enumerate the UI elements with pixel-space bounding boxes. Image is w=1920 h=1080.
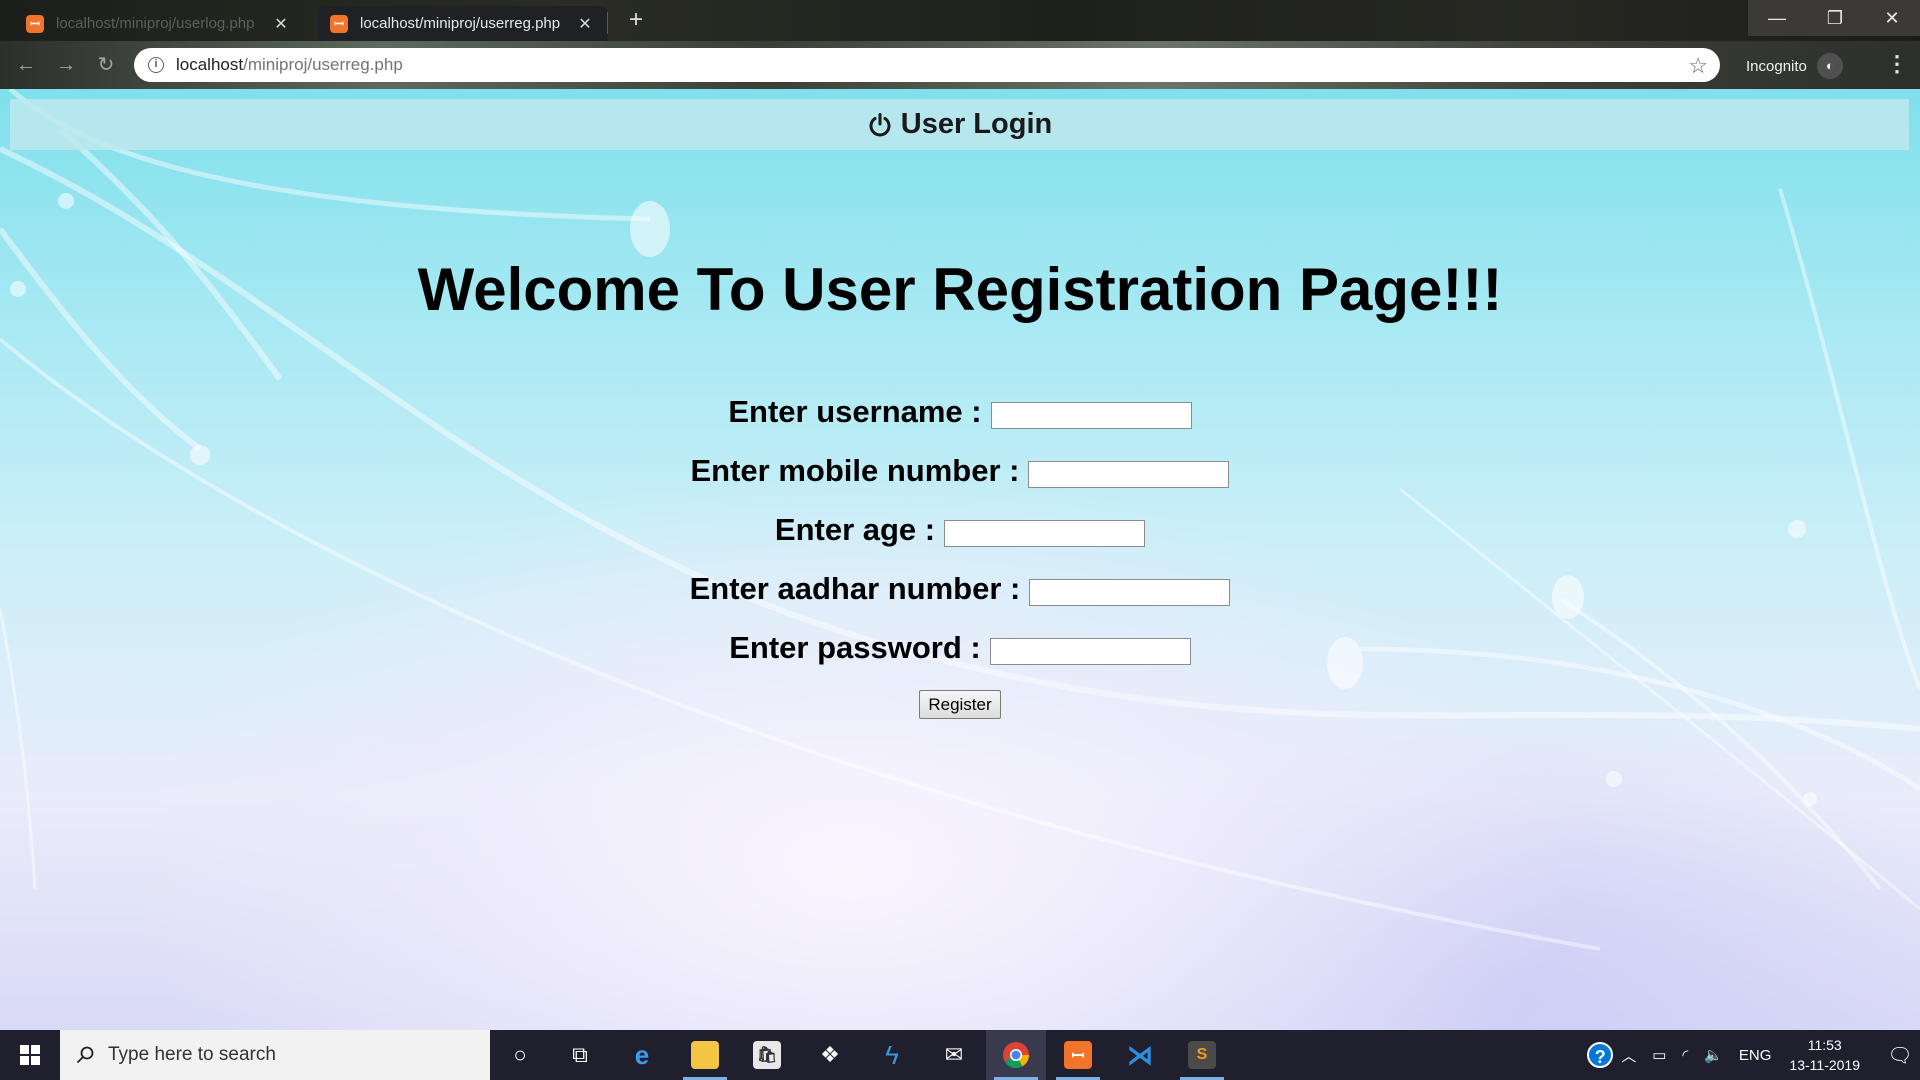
chrome-icon[interactable] (986, 1030, 1046, 1080)
tab-separator (607, 12, 608, 34)
page-title: Welcome To User Registration Page!!! (417, 256, 1503, 323)
aadhar-input[interactable] (1029, 578, 1231, 606)
register-button[interactable]: Register (919, 690, 1001, 719)
vs-code-insiders-icon[interactable]: ϟ (862, 1030, 922, 1080)
sublime-text-icon[interactable]: S (1172, 1030, 1232, 1080)
vs-code-icon[interactable]: ⋊ (1110, 1030, 1170, 1080)
tab-title: localhost/miniproj/userreg.php (360, 15, 561, 32)
power-icon (869, 112, 891, 136)
tab-close-icon[interactable]: ✕ (270, 14, 292, 34)
browser-toolbar: ← → ↻ i localhost /miniproj/userreg.php … (0, 41, 1920, 89)
search-placeholder: Type here to search (108, 1044, 276, 1065)
mail-icon[interactable]: ✉ (924, 1030, 984, 1080)
address-bar[interactable]: i localhost /miniproj/userreg.php ☆ (134, 48, 1720, 82)
page-viewport: User Login Welcome To User Registration … (0, 89, 1920, 1030)
username-row: Enter username : (0, 394, 1920, 430)
username-label: Enter username : (728, 394, 982, 429)
aadhar-row: Enter aadhar number : (0, 571, 1920, 607)
aadhar-label: Enter aadhar number : (689, 571, 1021, 606)
user-login-link[interactable]: User Login (901, 108, 1052, 141)
store-icon[interactable]: 🛍 (737, 1030, 797, 1080)
forward-arrow-icon[interactable]: → (52, 51, 80, 79)
language-indicator[interactable]: ENG (1739, 1047, 1772, 1064)
taskbar-search-box[interactable]: Type here to search (60, 1030, 490, 1080)
reload-icon[interactable]: ↻ (92, 51, 120, 79)
clock-time: 11:53 (1807, 1037, 1842, 1053)
incognito-label: Incognito (1746, 57, 1807, 75)
notification-icon[interactable]: 🗨 (1880, 1043, 1920, 1068)
help-icon[interactable]: ? (1587, 1042, 1614, 1068)
url-host: localhost (176, 55, 244, 74)
xampp-icon: ꟷ (330, 14, 348, 33)
browser-tab-strip: ꟷ localhost/miniproj/userlog.php ✕ ꟷ loc… (0, 0, 1920, 41)
username-input[interactable] (990, 401, 1192, 429)
dropbox-icon[interactable]: ❖ (800, 1030, 860, 1080)
windows-start-icon[interactable] (0, 1030, 60, 1080)
mobile-input[interactable] (1028, 460, 1230, 488)
password-label: Enter password : (729, 630, 981, 665)
xampp-icon: ꟷ (26, 14, 44, 33)
clock[interactable]: 11:53 13-11-2019 (1789, 1035, 1860, 1075)
url-path: /miniproj/userreg.php (243, 55, 403, 74)
browser-menu-icon[interactable]: ⋮ (1886, 51, 1908, 77)
age-label: Enter age : (774, 512, 936, 547)
incognito-indicator[interactable]: Incognito ◐ (1746, 53, 1843, 79)
windows-taskbar: Type here to search ○ ⧉ e 🛍 ❖ ϟ ✉ ꟷ ⋊ S … (0, 1030, 1920, 1080)
tab-userreg[interactable]: ꟷ localhost/miniproj/userreg.php ✕ (318, 6, 608, 41)
back-arrow-icon[interactable]: ← (12, 51, 40, 79)
mobile-label: Enter mobile number : (690, 453, 1020, 488)
password-input[interactable] (989, 637, 1191, 665)
cortana-icon[interactable]: ○ (490, 1030, 550, 1080)
minimize-button[interactable]: — (1748, 0, 1806, 36)
tab-title: localhost/miniproj/userlog.php (56, 15, 255, 32)
edge-icon[interactable]: e (612, 1030, 672, 1080)
volume-icon[interactable]: 🔈 (1704, 1046, 1723, 1064)
close-window-button[interactable]: ✕ (1864, 0, 1920, 36)
xampp-icon[interactable]: ꟷ (1048, 1030, 1108, 1080)
bookmark-star-icon[interactable]: ☆ (1688, 53, 1708, 79)
battery-icon[interactable]: ▭ (1652, 1046, 1666, 1064)
tab-userlog[interactable]: ꟷ localhost/miniproj/userlog.php ✕ (14, 6, 304, 41)
clock-date: 13-11-2019 (1789, 1057, 1860, 1073)
mobile-row: Enter mobile number : (0, 453, 1920, 489)
age-row: Enter age : (0, 512, 1920, 548)
restore-button[interactable]: ❐ (1806, 0, 1864, 36)
file-explorer-icon[interactable] (675, 1030, 735, 1080)
chevron-up-icon[interactable]: ︿ (1621, 1045, 1636, 1066)
new-tab-button[interactable]: + (622, 6, 650, 34)
task-view-icon[interactable]: ⧉ (550, 1030, 610, 1080)
search-icon (76, 1046, 94, 1064)
site-info-icon[interactable]: i (148, 57, 164, 73)
system-tray: ? ︿ ▭ ◜ 🔈 ENG 11:53 13-11-2019 🗨 (1587, 1030, 1920, 1080)
user-login-bar[interactable]: User Login (10, 99, 1909, 150)
tab-close-icon[interactable]: ✕ (574, 14, 596, 34)
wifi-icon[interactable]: ◜ (1682, 1046, 1688, 1064)
incognito-icon: ◐ (1816, 53, 1843, 79)
password-row: Enter password : (0, 630, 1920, 666)
age-input[interactable] (944, 519, 1146, 547)
background-circuit-decoration (0, 89, 1920, 951)
